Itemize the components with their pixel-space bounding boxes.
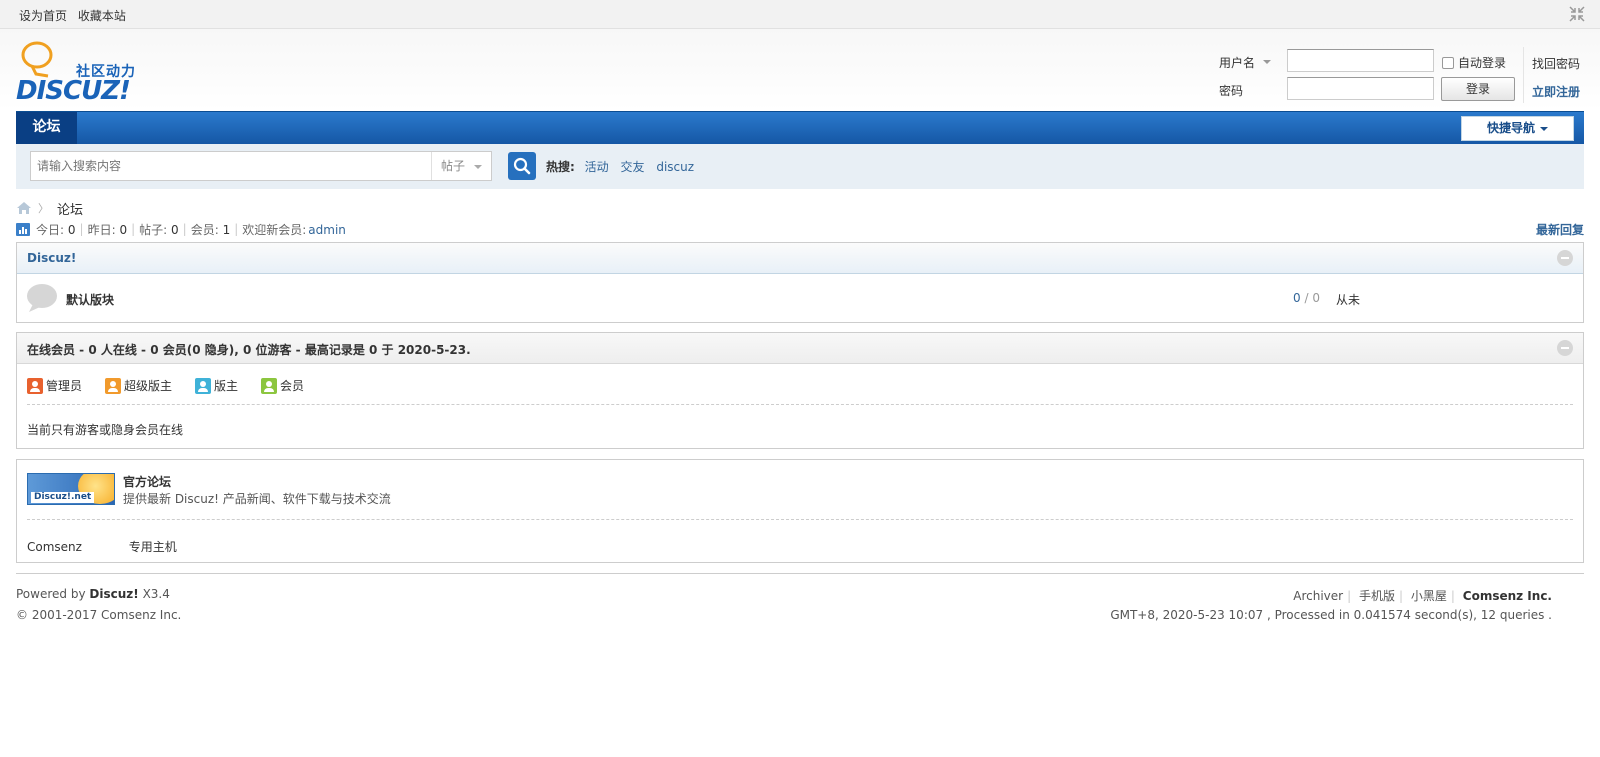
link-comsenz[interactable]: Comsenz bbox=[27, 540, 82, 554]
user-icon bbox=[105, 377, 122, 394]
user-icon bbox=[261, 377, 278, 394]
compress-icon[interactable] bbox=[1568, 5, 1586, 23]
copyright: © 2001-2017 Comsenz Inc. bbox=[16, 608, 182, 622]
forum-row: 默认版块 0 / 0 从未 bbox=[17, 274, 1583, 322]
nav-tab-forum[interactable]: 论坛 bbox=[16, 112, 77, 144]
stat-today: 今日: 0 bbox=[36, 222, 76, 237]
text-links: Comsenz 专用主机 bbox=[27, 538, 220, 555]
forum-name-link[interactable]: 默认版块 bbox=[66, 291, 114, 308]
stat-posts: 帖子: 0 bbox=[139, 222, 179, 237]
logo-wordmark: DISCUZ! bbox=[16, 76, 131, 106]
member-legend: 管理员 超级版主 版主 会员 bbox=[27, 377, 327, 394]
legend-admin: 管理员 bbox=[27, 377, 82, 394]
collapse-icon[interactable] bbox=[1557, 340, 1573, 356]
archiver-link[interactable]: Archiver bbox=[1293, 589, 1343, 603]
auto-login-label: 自动登录 bbox=[1458, 56, 1507, 70]
lightbulb-icon bbox=[21, 41, 53, 78]
top-bar: 设为首页 收藏本站 bbox=[0, 0, 1600, 29]
auto-login-checkbox[interactable] bbox=[1442, 56, 1454, 69]
hot-search-label: 热搜: bbox=[546, 160, 575, 174]
quick-nav-button[interactable]: 快捷导航 bbox=[1461, 116, 1574, 141]
main-nav: 论坛 快捷导航 bbox=[16, 111, 1584, 144]
breadcrumb-current: 论坛 bbox=[57, 202, 84, 218]
mobile-link[interactable]: 手机版 bbox=[1359, 589, 1395, 603]
chevron-down-icon bbox=[1540, 126, 1548, 131]
search-bar: 帖子 热搜: 活动 交友 discuz bbox=[16, 144, 1584, 189]
official-forum-description: 提供最新 Discuz! 产品新闻、软件下载与技术交流 bbox=[123, 492, 391, 506]
top-links: 设为首页 收藏本站 bbox=[19, 7, 133, 24]
legend-super-moderator: 超级版主 bbox=[105, 377, 172, 394]
forum-last-post: 从未 bbox=[1336, 293, 1361, 307]
password-label: 密码 bbox=[1219, 84, 1244, 98]
site-logo[interactable]: 社区动力 DISCUZ! bbox=[16, 40, 146, 106]
header: 社区动力 DISCUZ! 用户名 自动登录 密码 登录 找回密码 立即注册 bbox=[0, 29, 1600, 111]
stat-members: 会员: 1 bbox=[190, 222, 231, 237]
processed-info: GMT+8, 2020-5-23 10:07 , Processed in 0.… bbox=[1110, 608, 1552, 622]
stat-yesterday: 昨日: 0 bbox=[87, 222, 128, 237]
legend-member: 会员 bbox=[261, 377, 304, 394]
online-message: 当前只有游客或隐身会员在线 bbox=[27, 423, 184, 437]
search-input[interactable] bbox=[31, 152, 431, 180]
search-icon bbox=[513, 157, 531, 175]
collapse-icon[interactable] bbox=[1557, 250, 1573, 266]
online-header: 在线会员 - 0 人在线 - 0 会员(0 隐身), 0 位游客 - 最高记录是… bbox=[17, 333, 1583, 364]
password-input[interactable] bbox=[1287, 77, 1434, 100]
set-homepage-link[interactable]: 设为首页 bbox=[19, 9, 67, 23]
official-forum-banner[interactable]: Discuz!.net bbox=[27, 473, 115, 505]
forum-counts: 0 / 0 bbox=[1293, 291, 1320, 305]
chevron-right-icon: 〉 bbox=[38, 202, 49, 215]
speech-bubble-icon bbox=[27, 284, 57, 312]
search-button[interactable] bbox=[508, 152, 536, 180]
forum-stats: 今日: 0 | 昨日: 0 | 帖子: 0 | 会员: 1 | 欢迎新会员: ad… bbox=[16, 221, 350, 237]
user-icon bbox=[195, 377, 212, 394]
login-button[interactable]: 登录 bbox=[1441, 77, 1515, 101]
register-link[interactable]: 立即注册 bbox=[1532, 83, 1580, 100]
chevron-down-icon bbox=[474, 165, 482, 169]
login-divider bbox=[1523, 47, 1524, 103]
breadcrumb: 〉 论坛 bbox=[16, 200, 84, 218]
quick-nav-label: 快捷导航 bbox=[1486, 121, 1535, 135]
category-title[interactable]: Discuz! bbox=[27, 251, 76, 265]
home-icon[interactable] bbox=[16, 201, 32, 215]
company-link[interactable]: Comsenz Inc. bbox=[1463, 589, 1552, 603]
friend-links: Discuz!.net 官方论坛 提供最新 Discuz! 产品新闻、软件下载与… bbox=[16, 459, 1584, 563]
banner-label: Discuz!.net bbox=[31, 492, 95, 503]
online-title: 在线会员 - 0 人在线 - 0 会员(0 隐身), 0 位游客 - 最高记录是… bbox=[27, 343, 471, 357]
hot-search-term[interactable]: 活动 bbox=[585, 160, 609, 174]
search-type-value: 帖子 bbox=[441, 159, 466, 173]
footer-links: Archiver | 手机版 | 小黑屋 | Comsenz Inc. bbox=[1293, 589, 1552, 603]
hot-search-term[interactable]: 交友 bbox=[620, 160, 644, 174]
user-icon bbox=[27, 377, 43, 394]
bookmark-site-link[interactable]: 收藏本站 bbox=[78, 9, 126, 23]
legend-moderator: 版主 bbox=[195, 377, 238, 394]
search-box: 帖子 bbox=[30, 151, 492, 181]
username-input[interactable] bbox=[1287, 49, 1434, 72]
hot-searches: 热搜: 活动 交友 discuz bbox=[546, 158, 702, 175]
latest-replies-link[interactable]: 最新回复 bbox=[1536, 221, 1584, 238]
blacklist-link[interactable]: 小黑屋 bbox=[1411, 589, 1447, 603]
hot-search-term[interactable]: discuz bbox=[656, 160, 694, 174]
auto-login[interactable]: 自动登录 bbox=[1442, 54, 1506, 71]
official-forum-link[interactable]: 官方论坛 bbox=[123, 473, 171, 490]
newest-member-link[interactable]: admin bbox=[308, 223, 346, 237]
stat-newest-member: 欢迎新会员: admin bbox=[242, 222, 346, 237]
forgot-password-link[interactable]: 找回密码 bbox=[1532, 55, 1580, 72]
category-header: Discuz! bbox=[17, 243, 1583, 274]
chart-icon bbox=[16, 222, 30, 236]
login-form: 用户名 自动登录 密码 登录 找回密码 立即注册 bbox=[1219, 47, 1589, 109]
forum-category: Discuz! 默认版块 0 / 0 从未 bbox=[16, 242, 1584, 323]
online-members: 在线会员 - 0 人在线 - 0 会员(0 隐身), 0 位游客 - 最高记录是… bbox=[16, 332, 1584, 449]
search-type-select[interactable]: 帖子 bbox=[431, 152, 491, 180]
product-link[interactable]: Discuz! bbox=[89, 587, 138, 601]
powered-by: Powered by Discuz! X3.4 bbox=[16, 587, 170, 601]
chevron-down-icon[interactable] bbox=[1263, 60, 1271, 64]
username-label: 用户名 bbox=[1219, 56, 1256, 70]
link-dedicated-host[interactable]: 专用主机 bbox=[129, 540, 177, 554]
